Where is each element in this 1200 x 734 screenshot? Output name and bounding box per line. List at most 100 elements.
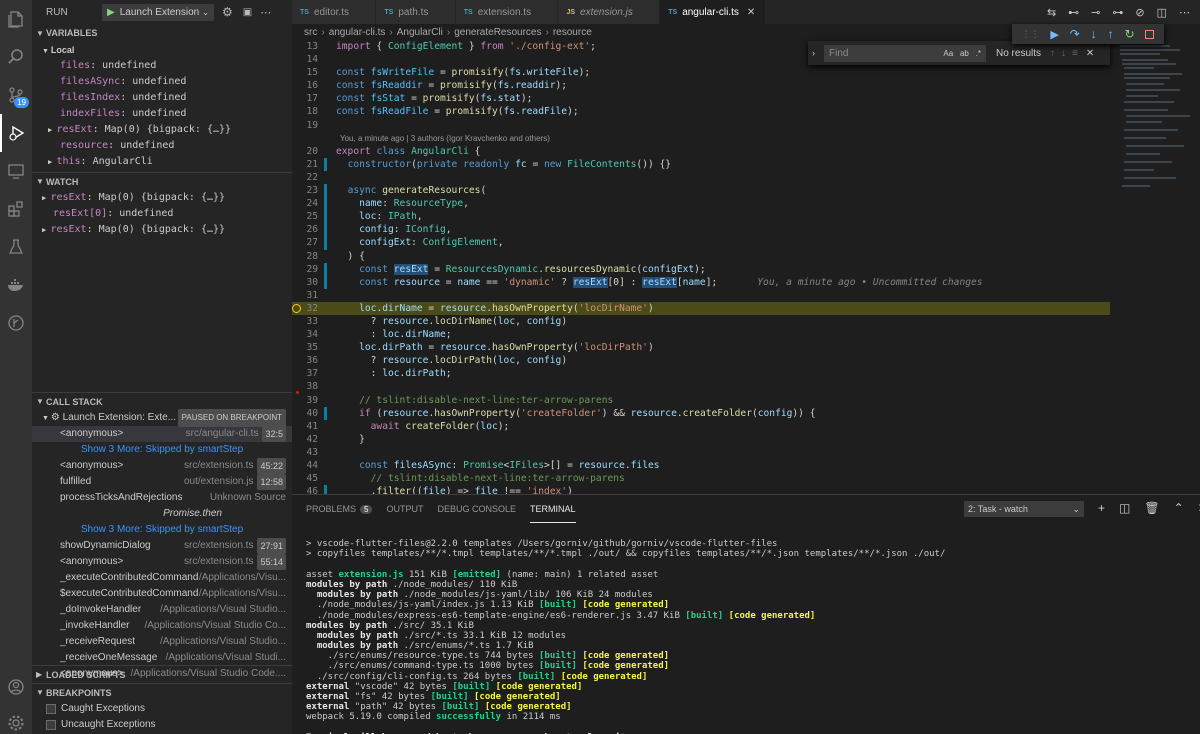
step-out-icon[interactable]: ↑	[1108, 27, 1114, 41]
code-line[interactable]: 20 export class AngularCli {	[292, 145, 1112, 158]
explorer-icon[interactable]	[0, 0, 32, 38]
editor-tab[interactable]: TSeditor.ts✕	[292, 0, 377, 24]
minimap[interactable]	[1110, 40, 1200, 494]
code-line[interactable]: 42 }	[292, 433, 1112, 446]
gear-icon[interactable]: ⚙	[222, 5, 233, 19]
code-line[interactable]: 26 config: IConfig,	[292, 223, 1112, 237]
uncaught-exceptions-row[interactable]: Uncaught Exceptions	[32, 717, 292, 733]
code-editor[interactable]: 13 import { ConfigElement } from './confi…	[292, 40, 1112, 494]
drag-handle-icon[interactable]: ⋮⋮	[1021, 29, 1039, 40]
show-more-frames-link[interactable]: Show 3 More: Skipped by smartStep	[32, 442, 292, 458]
editor-tab[interactable]: TSextension.ts✕	[455, 0, 559, 24]
more-actions-icon[interactable]: ⋯	[1179, 6, 1190, 19]
watch-header[interactable]: ▼ WATCH	[32, 172, 292, 190]
panel-tab[interactable]: DEBUG CONSOLE	[437, 495, 516, 523]
breakpoint-paused-icon[interactable]	[292, 303, 301, 313]
trash-icon[interactable]: 🗑	[1144, 501, 1159, 515]
stack-frame[interactable]: _receiveRequest/Applications/Visual Stud…	[32, 634, 292, 650]
variable-row[interactable]: indexFiles: undefined	[32, 106, 292, 122]
caught-exceptions-checkbox[interactable]	[46, 704, 56, 714]
editor-tab[interactable]: TS angular-cli.ts ✕	[660, 0, 767, 24]
editor-tab[interactable]: TSpath.ts✕	[376, 0, 456, 24]
stack-frame[interactable]: _executeContributedCommand/Applications/…	[32, 570, 292, 586]
variable-row[interactable]: filesIndex: undefined	[32, 90, 292, 106]
breadcrumb-item[interactable]: angular-cli.ts	[329, 27, 386, 38]
code-line[interactable]: 33 ? resource.locDirName(loc, config)	[292, 315, 1112, 328]
watch-row[interactable]: ▶ resExt: Map(0) {bigpack: {…}}	[32, 222, 292, 238]
source-control-icon[interactable]: 19	[0, 76, 32, 114]
git-blame-codelens[interactable]: You, a minute ago | 3 authors (Igor Krav…	[292, 132, 1112, 145]
code-line[interactable]: 15 const fsWriteFile = promisify(fs.write…	[292, 66, 1112, 79]
stack-frame[interactable]: $executeContributedCommand/Applications/…	[32, 586, 292, 602]
panel-tab[interactable]: TERMINAL	[530, 495, 576, 523]
arrow-up-icon[interactable]: ↑	[1050, 48, 1055, 59]
scope-local[interactable]: ▼ Local	[32, 42, 292, 58]
close-icon[interactable]: ✕	[747, 7, 755, 18]
code-line[interactable]: 28 ) {	[292, 250, 1112, 263]
split-terminal-icon[interactable]: ◫	[1119, 501, 1130, 515]
more-actions-icon[interactable]: ⋯	[260, 6, 271, 19]
breadcrumb-item[interactable]: src	[304, 27, 317, 38]
settings-gear-icon[interactable]	[0, 704, 32, 734]
stack-frame[interactable]: processTicksAndRejections Unknown Source	[32, 490, 292, 506]
variable-row[interactable]: ▶ resExt: Map(0) {bigpack: {…}}	[32, 122, 292, 138]
stack-frame[interactable]: _invokeHandler/Applications/Visual Studi…	[32, 618, 292, 634]
current-execution-line[interactable]: 32 loc.dirName = resource.hasOwnProperty…	[292, 301, 1112, 315]
code-line[interactable]: 37 : loc.dirPath;	[292, 367, 1112, 380]
step-over-icon[interactable]: ↷	[1070, 27, 1080, 41]
breakpoint-hint-icon[interactable]	[296, 390, 299, 394]
code-line[interactable]: 25 loc: IPath,	[292, 210, 1112, 224]
stop-icon[interactable]	[1145, 29, 1155, 39]
code-line[interactable]: 46 .filter((file) => file !== 'index')	[292, 485, 1112, 494]
code-line[interactable]: 24 name: ResourceType,	[292, 197, 1112, 211]
new-terminal-icon[interactable]: +	[1098, 501, 1105, 515]
code-line[interactable]: 39 // tslint:disable-next-line:ter-arrow…	[292, 390, 1112, 407]
panel-tab[interactable]: OUTPUT	[386, 495, 423, 523]
launch-config-select[interactable]: ▶ Launch Extension ⌄	[102, 3, 214, 21]
stack-frame[interactable]: showDynamicDialog src/extension.ts 27:91	[32, 538, 292, 554]
open-changes-icon[interactable]: ⊘	[1135, 6, 1144, 19]
account-icon[interactable]	[0, 668, 32, 706]
breadcrumb-item[interactable]: AngularCli	[397, 27, 443, 38]
code-line[interactable]: 18 const fsReadFile = promisify(fs.readFi…	[292, 105, 1112, 118]
code-line[interactable]: 23 async generateResources(	[292, 184, 1112, 198]
editor-tab[interactable]: JSextension.js✕	[558, 0, 661, 24]
stack-frame[interactable]: <anonymous> src/extension.ts 45:22	[32, 458, 292, 474]
code-line[interactable]: 38	[292, 380, 1112, 393]
whole-word-toggle[interactable]: ab	[960, 49, 969, 58]
show-more-frames-link[interactable]: Show 3 More: Skipped by smartStep	[32, 522, 292, 538]
watch-row[interactable]: ▶ resExt: Map(0) {bigpack: {…}}	[32, 190, 292, 206]
split-editor-icon[interactable]: ◫	[1157, 6, 1167, 19]
remote-explorer-icon[interactable]	[0, 152, 32, 190]
code-line[interactable]: 34 : loc.dirName;	[292, 328, 1112, 341]
previous-change-icon[interactable]: ⊸	[1091, 6, 1100, 19]
find-in-selection-icon[interactable]: ≡	[1072, 48, 1078, 59]
next-change-icon[interactable]: ⊶	[1112, 6, 1123, 19]
callstack-header[interactable]: ▼ CALL STACK	[32, 392, 292, 410]
arrow-down-icon[interactable]: ↓	[1061, 48, 1066, 59]
docker-icon[interactable]	[0, 266, 32, 304]
code-line[interactable]: 40 if (resource.hasOwnProperty('createFo…	[292, 406, 1112, 420]
panel-tab[interactable]: PROBLEMS 5	[306, 495, 373, 523]
close-icon[interactable]: ✕	[1086, 48, 1094, 59]
uncaught-exceptions-checkbox[interactable]	[46, 720, 56, 730]
restart-icon[interactable]: ↻	[1125, 27, 1135, 41]
compare-changes-icon[interactable]: ⇆	[1047, 6, 1056, 19]
extensions-icon[interactable]	[0, 190, 32, 228]
watch-row[interactable]: resExt[0]: undefined	[32, 206, 292, 222]
stack-frame[interactable]: <anonymous> src/angular-cli.ts 32:5	[32, 426, 292, 442]
code-line[interactable]: 17 const fsStat = promisify(fs.stat);	[292, 92, 1112, 105]
loaded-scripts-header[interactable]: ▶ LOADED SCRIPTS	[32, 665, 292, 683]
testing-icon[interactable]	[0, 228, 32, 266]
code-line[interactable]: 27 configExt: ConfigElement,	[292, 236, 1112, 250]
stack-frame[interactable]: _doInvokeHandler/Applications/Visual Stu…	[32, 602, 292, 618]
code-line[interactable]: 31	[292, 289, 1112, 302]
stack-frame[interactable]: <anonymous> src/extension.ts 55:14	[32, 554, 292, 570]
code-line[interactable]: 44 const filesASync: Promise<IFiles>[] =…	[292, 459, 1112, 472]
debug-console-icon[interactable]: ▣	[243, 7, 252, 18]
git-commit-icon[interactable]: ⊷	[1068, 6, 1079, 19]
continue-icon[interactable]: ▶	[1050, 28, 1058, 41]
stack-frame[interactable]: _receiveOneMessage/Applications/Visual S…	[32, 650, 292, 666]
code-line[interactable]: 36 ? resource.locDirPath(loc, config)	[292, 354, 1112, 367]
step-into-icon[interactable]: ↓	[1091, 27, 1097, 41]
